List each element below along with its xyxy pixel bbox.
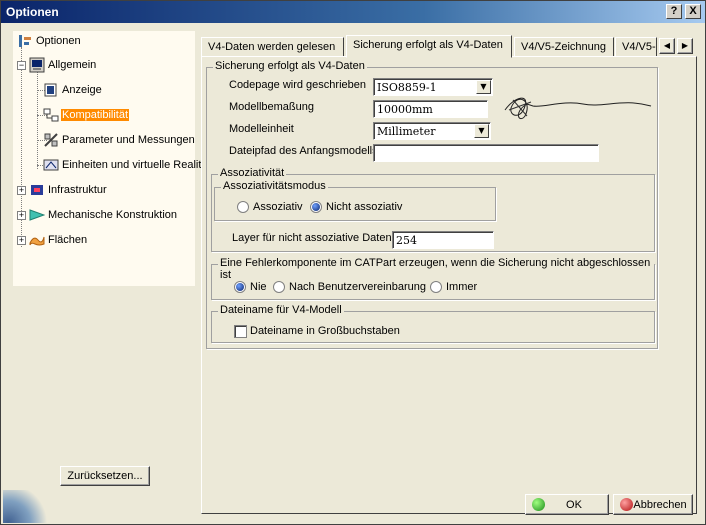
- tab-panel: Sicherung erfolgt als V4-Daten Codepage …: [201, 56, 697, 514]
- tree-item-parameter[interactable]: Parameter und Messungen: [43, 132, 196, 148]
- tab-scroll-left-icon[interactable]: ◀: [659, 38, 675, 54]
- radio-assoziativ[interactable]: [237, 201, 249, 213]
- tree-item-mechanik[interactable]: Mechanische Konstruktion: [29, 207, 178, 223]
- units-icon: [43, 157, 59, 173]
- help-button[interactable]: ?: [666, 4, 682, 19]
- allgemein-icon: [29, 57, 45, 73]
- tree-item-anzeige[interactable]: Anzeige: [43, 82, 103, 98]
- window-title: Optionen: [6, 5, 59, 19]
- tab-v4v5-more[interactable]: V4/V5-(: [615, 37, 657, 57]
- options-dialog: Optionen ? X Optionen − Allgemein Anzeig…: [0, 0, 706, 525]
- tab-strip: V4-Daten werden gelesen Sicherung erfolg…: [201, 35, 697, 58]
- reset-button[interactable]: Zurücksetzen...: [60, 466, 150, 486]
- tree-label: Mechanische Konstruktion: [48, 209, 178, 221]
- mechanical-design-icon: [29, 207, 46, 223]
- tree-label: Kompatibilität: [61, 109, 130, 121]
- cancel-icon: [620, 498, 633, 511]
- tree-label: Optionen: [36, 35, 81, 47]
- tree-expander[interactable]: −: [17, 61, 26, 70]
- radio-nach-benutzer[interactable]: [273, 281, 285, 293]
- radio-nicht-assoziativ[interactable]: [310, 201, 322, 213]
- options-root-icon: [17, 33, 33, 49]
- radio-label: Nie: [250, 281, 267, 293]
- tree-label: Allgemein: [48, 59, 97, 71]
- modelleinheit-value: Millimeter: [377, 125, 436, 138]
- tree-item-optionen[interactable]: Optionen: [17, 33, 82, 49]
- tree-line: [37, 71, 38, 169]
- surfaces-icon: [29, 232, 45, 248]
- tree-expander[interactable]: +: [17, 186, 26, 195]
- compatibility-icon: [43, 107, 59, 123]
- codepage-value: ISO8859-1: [377, 81, 437, 94]
- radio-label: Nach Benutzervereinbarung: [289, 281, 426, 293]
- chevron-down-icon[interactable]: ▼: [474, 124, 489, 138]
- ok-button[interactable]: OK: [525, 494, 609, 515]
- group-title: Eine Fehlerkomponente im CATPart erzeuge…: [218, 257, 654, 281]
- radio-label: Assoziativ: [253, 201, 303, 213]
- brand-globe-icon: [3, 490, 53, 523]
- tree-item-einheiten[interactable]: Einheiten und virtuelle Realit: [43, 157, 202, 173]
- radio-label: Nicht assoziativ: [326, 201, 403, 213]
- modellbemassung-label: Modellbemaßung: [229, 101, 314, 113]
- checkbox-grossbuchstaben[interactable]: [234, 325, 247, 338]
- group-title: Sicherung erfolgt als V4-Daten: [213, 60, 367, 72]
- infrastructure-icon: [29, 182, 45, 198]
- group-title: Dateiname für V4-Modell: [218, 304, 344, 316]
- parameter-icon: [43, 132, 59, 148]
- tree-expander[interactable]: +: [17, 236, 26, 245]
- options-tree: Optionen − Allgemein Anzeige Kompatibili…: [13, 31, 201, 286]
- tree-item-flaechen[interactable]: Flächen: [29, 232, 88, 248]
- tab-scroll-right-icon[interactable]: ▶: [677, 38, 693, 54]
- layer-input[interactable]: 254: [392, 231, 494, 249]
- group-sicherung: Sicherung erfolgt als V4-Daten Codepage …: [206, 60, 658, 349]
- modelleinheit-select[interactable]: Millimeter ▼: [373, 122, 491, 140]
- ok-icon: [532, 498, 545, 511]
- tree-label: Parameter und Messungen: [62, 134, 195, 146]
- scribble-annotation: [504, 97, 652, 120]
- dateipfad-label: Dateipfad des Anfangsmodells: [229, 145, 378, 157]
- radio-nie[interactable]: [234, 281, 246, 293]
- tree-item-infrastruktur[interactable]: Infrastruktur: [29, 182, 108, 198]
- tree-item-allgemein[interactable]: Allgemein: [29, 57, 97, 73]
- display-icon: [43, 82, 59, 98]
- tree-label: Flächen: [48, 234, 88, 246]
- codepage-select[interactable]: ISO8859-1 ▼: [373, 78, 493, 96]
- codepage-label: Codepage wird geschrieben: [229, 79, 366, 91]
- radio-immer[interactable]: [430, 281, 442, 293]
- tree-item-kompatibilitaet[interactable]: Kompatibilität: [43, 107, 130, 123]
- tree-label: Anzeige: [62, 84, 102, 96]
- checkbox-label: Dateiname in Großbuchstaben: [250, 325, 400, 337]
- group-fehler: Eine Fehlerkomponente im CATPart erzeuge…: [211, 257, 655, 300]
- tab-v4-lesen[interactable]: V4-Daten werden gelesen: [201, 37, 344, 57]
- ok-label: OK: [566, 499, 582, 511]
- radio-label: Immer: [446, 281, 478, 293]
- layer-label: Layer für nicht assoziative Daten: [232, 232, 392, 244]
- tab-v4v5-zeichnung[interactable]: V4/V5-Zeichnung: [514, 37, 614, 57]
- title-bar[interactable]: Optionen ? X: [1, 1, 705, 23]
- chevron-down-icon[interactable]: ▼: [476, 80, 491, 94]
- tree-label: Infrastruktur: [48, 184, 107, 196]
- group-modus: Assoziativitätsmodus Assoziativ Nicht as…: [214, 180, 496, 221]
- modellbemassung-input[interactable]: 10000mm: [373, 100, 488, 118]
- group-dateiname: Dateiname für V4-Modell Dateiname in Gro…: [211, 304, 655, 343]
- tab-v4-sichern[interactable]: Sicherung erfolgt als V4-Daten: [346, 35, 512, 58]
- modelleinheit-label: Modelleinheit: [229, 123, 294, 135]
- cancel-button[interactable]: Abbrechen: [613, 494, 693, 515]
- dialog-content: Optionen − Allgemein Anzeige Kompatibili…: [3, 25, 703, 523]
- dateipfad-input[interactable]: [373, 144, 599, 162]
- tree-label: Einheiten und virtuelle Realit: [62, 159, 202, 171]
- group-title: Assoziativitätsmodus: [221, 180, 328, 192]
- group-title: Assoziativität: [218, 167, 287, 179]
- close-button[interactable]: X: [685, 4, 701, 19]
- tree-expander[interactable]: +: [17, 211, 26, 220]
- group-assoziativitaet: Assoziativität Assoziativitätsmodus Asso…: [211, 167, 655, 252]
